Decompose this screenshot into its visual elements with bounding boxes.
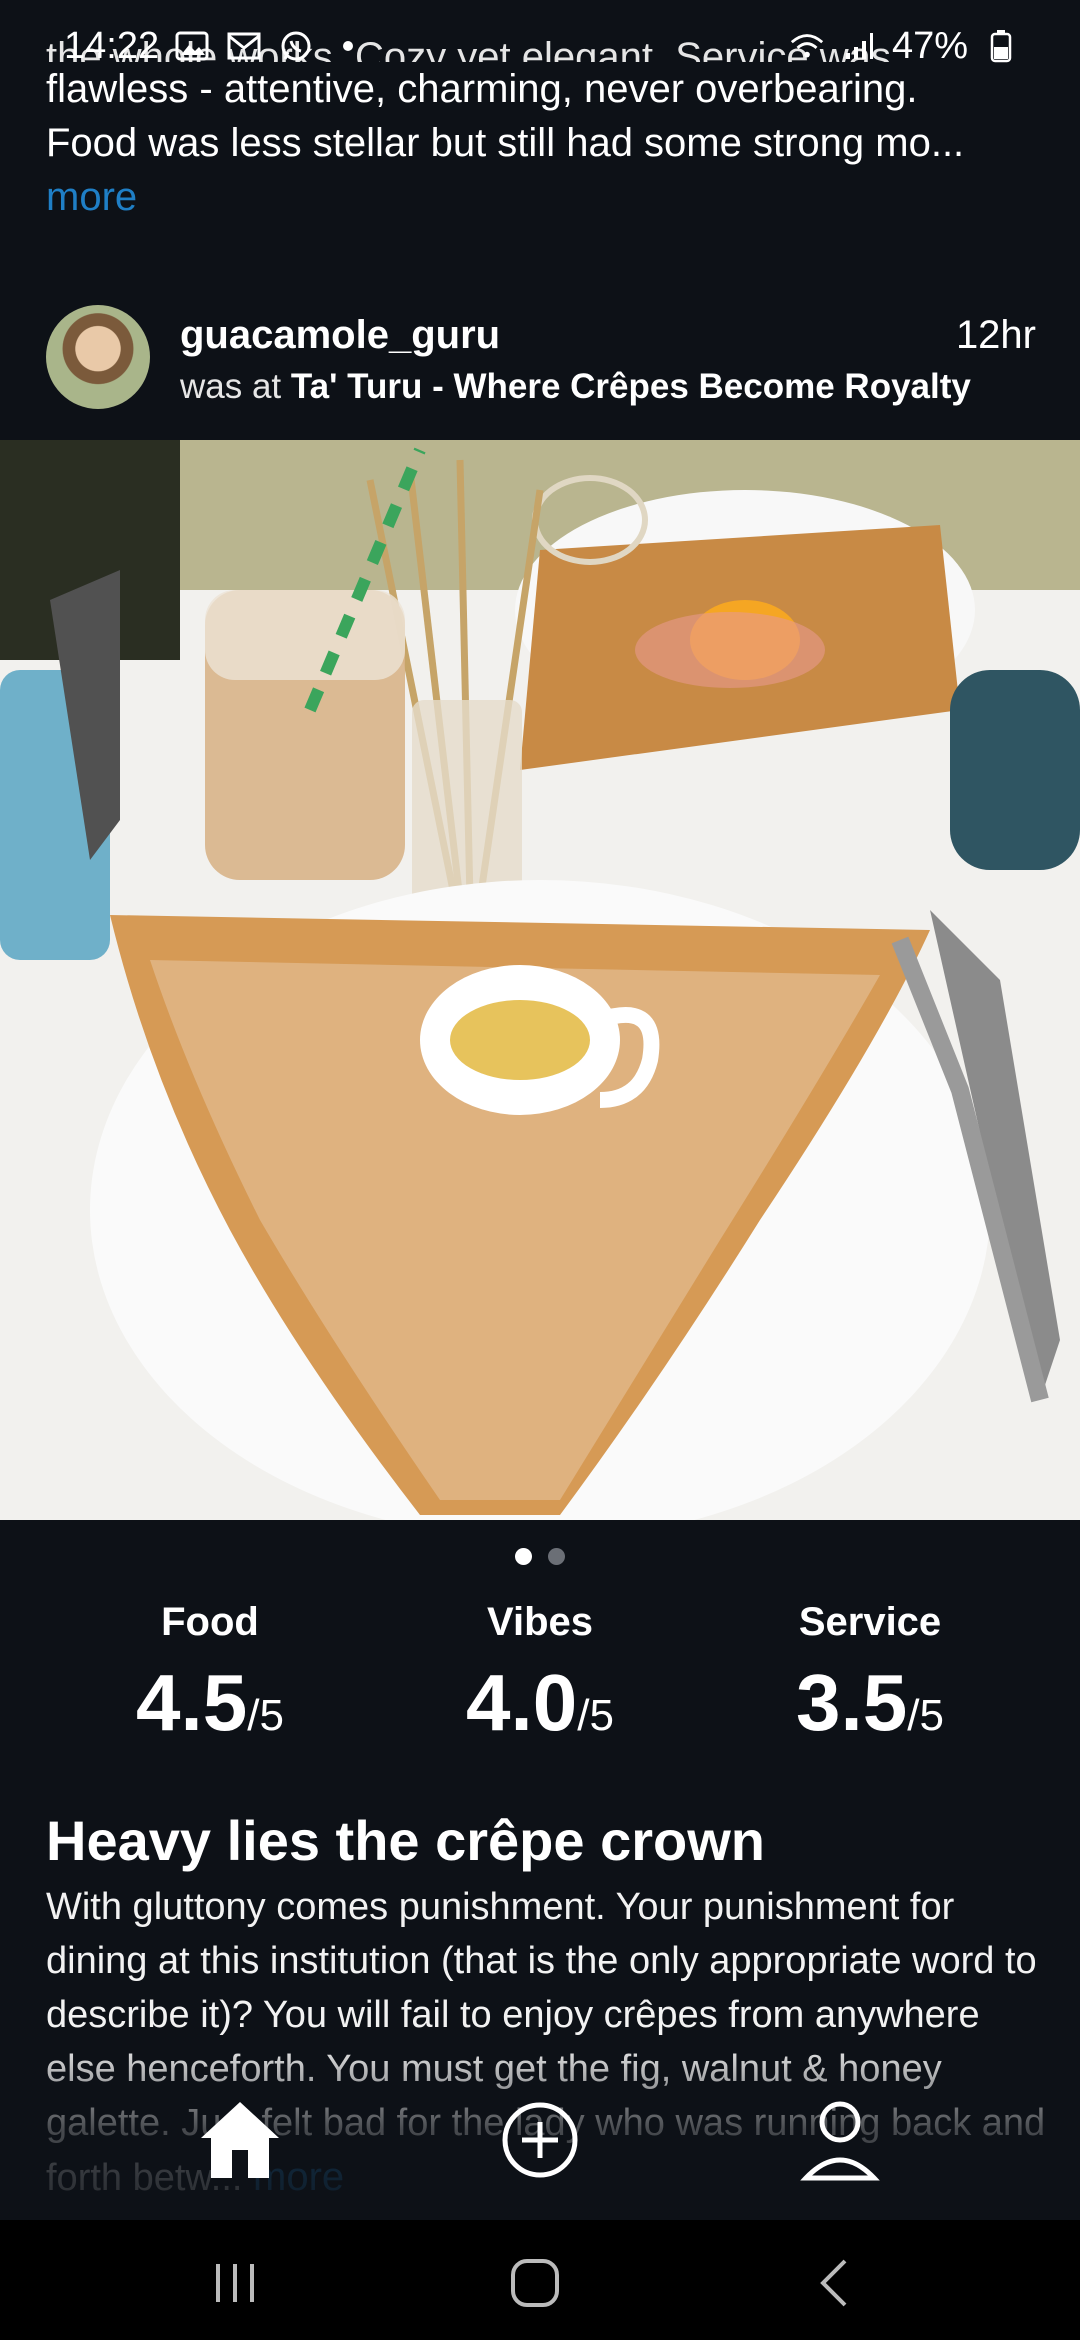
rating-score: 3.5/5 <box>705 1657 1035 1749</box>
rating-out-of: /5 <box>907 1691 944 1740</box>
dot-icon <box>329 27 367 65</box>
battery-percent: 47% <box>891 24 968 67</box>
rating-label: Food <box>161 1600 259 1644</box>
post-time: 12hr <box>955 313 1036 357</box>
rating-out-of: /5 <box>247 1691 284 1740</box>
post-location: was at Ta' Turu - Where Crêpes Become Ro… <box>180 367 971 407</box>
rating-value: 4.5 <box>136 1658 248 1747</box>
rating-score: 4.0/5 <box>375 1657 705 1749</box>
profile-icon[interactable] <box>780 2080 900 2200</box>
home-button-icon[interactable] <box>500 2248 570 2318</box>
home-icon[interactable] <box>180 2080 300 2200</box>
post-header: guacamole_guru was at Ta' Turu - Where C… <box>46 305 1036 415</box>
carousel-indicator <box>0 1548 1080 1565</box>
was-at-prefix: was at <box>180 367 282 406</box>
previous-review-line: Food was less stellar but still had some… <box>46 121 965 165</box>
post-headline: Heavy lies the crêpe crown <box>46 1809 766 1872</box>
rating-value: 3.5 <box>796 1658 908 1747</box>
system-nav-bar <box>0 2220 1080 2340</box>
previous-review-more-link[interactable]: more <box>46 170 1036 224</box>
avatar[interactable] <box>46 305 150 409</box>
rating-label: Service <box>798 1600 942 1644</box>
add-post-icon[interactable] <box>480 2080 600 2200</box>
status-bar: 14:22 47% <box>0 0 1080 92</box>
wifi-icon <box>788 27 826 65</box>
venue-link[interactable]: Ta' Turu - Where Crêpes Become Royalty <box>291 367 971 406</box>
rating-out-of: /5 <box>577 1691 614 1740</box>
post-username[interactable]: guacamole_guru <box>180 313 500 358</box>
status-time: 14:22 <box>64 24 160 67</box>
recents-icon[interactable] <box>200 2248 270 2318</box>
signal-icon <box>840 27 878 65</box>
rating-vibes: Vibes 4.0/5 <box>375 1600 705 1749</box>
rating-score: 4.5/5 <box>45 1657 375 1749</box>
status-left: 14:22 <box>64 25 367 68</box>
crepe-photo-illustration <box>0 440 1080 1520</box>
ratings-row: Food 4.5/5 Vibes 4.0/5 Service 3.5/5 <box>0 1600 1080 1760</box>
rating-service: Service 3.5/5 <box>705 1600 1035 1749</box>
carousel-dot[interactable] <box>515 1548 532 1565</box>
post-photo[interactable] <box>0 440 1080 1520</box>
bottom-tab-bar <box>0 2080 1080 2220</box>
rating-food: Food 4.5/5 <box>45 1600 375 1749</box>
rating-value: 4.0 <box>466 1658 578 1747</box>
gmail-icon <box>225 27 263 65</box>
rating-label: Vibes <box>487 1600 593 1644</box>
status-right: 47% <box>788 25 1020 68</box>
carousel-dot[interactable] <box>548 1548 565 1565</box>
back-icon[interactable] <box>800 2248 870 2318</box>
battery-icon <box>982 27 1020 65</box>
gallery-icon <box>173 27 211 65</box>
whatsapp-icon <box>277 27 315 65</box>
